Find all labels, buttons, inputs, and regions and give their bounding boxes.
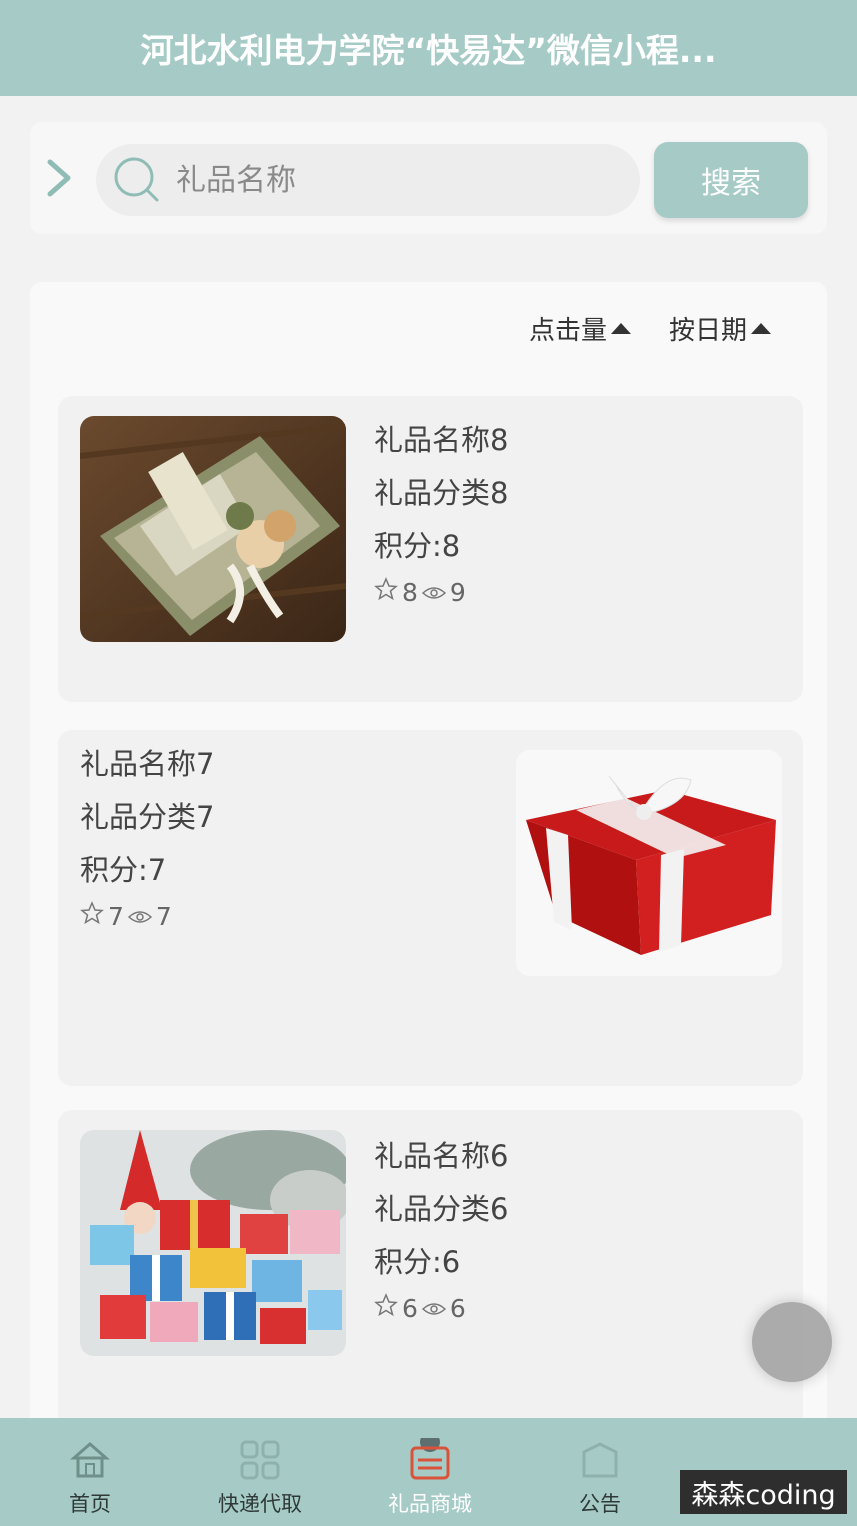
chevron-right-icon[interactable] bbox=[44, 158, 74, 198]
like-count: 8 bbox=[402, 578, 418, 607]
gift-points: 积分:8 bbox=[374, 529, 461, 563]
view-count: 9 bbox=[449, 578, 466, 607]
star-icon bbox=[80, 897, 104, 937]
like-count: 6 bbox=[402, 1294, 418, 1323]
star-icon bbox=[374, 1289, 398, 1329]
search-field[interactable] bbox=[96, 144, 640, 216]
gift-box-flowers-photo bbox=[80, 416, 346, 642]
gift-card[interactable]: 礼品名称6 礼品分类6 积分:6 6 6 bbox=[58, 1110, 803, 1470]
view-count: 7 bbox=[155, 902, 172, 931]
shop-icon bbox=[408, 1432, 452, 1482]
eye-icon bbox=[421, 573, 447, 613]
gift-card[interactable]: 礼品名称7 礼品分类7 积分:7 7 7 bbox=[58, 730, 803, 1086]
search-bar: 搜索 bbox=[30, 122, 827, 234]
tab-label: 首页 bbox=[69, 1492, 111, 1516]
gift-info: 礼品名称7 礼品分类7 积分:7 7 7 bbox=[80, 738, 214, 937]
gift-points: 积分:7 bbox=[80, 853, 167, 887]
tab-express-pickup[interactable]: 快递代取 bbox=[190, 1418, 330, 1526]
gift-category: 礼品分类8 bbox=[374, 476, 509, 510]
gift-category: 礼品分类6 bbox=[374, 1192, 509, 1226]
gift-card[interactable]: 礼品名称8 礼品分类8 积分:8 8 9 bbox=[58, 396, 803, 702]
gift-info: 礼品名称6 礼品分类6 积分:6 6 6 bbox=[374, 1130, 508, 1329]
title-bar: 河北水利电力学院“快易达”微信小程... bbox=[0, 0, 857, 96]
sort-asc-icon bbox=[751, 323, 771, 334]
gift-points: 积分:6 bbox=[374, 1245, 461, 1279]
gift-list-panel: 点击量 按日期 礼品名称8 礼品分类8 积分:8 8 9 礼品名称7 礼品分类7… bbox=[30, 282, 827, 1526]
tab-gift-shop[interactable]: 礼品商城 bbox=[360, 1418, 500, 1526]
watermark: 森森coding bbox=[680, 1470, 847, 1514]
search-icon bbox=[112, 155, 162, 205]
eye-icon bbox=[421, 1289, 447, 1329]
christmas-gifts-photo bbox=[80, 1130, 346, 1356]
star-icon bbox=[374, 573, 398, 613]
tab-label: 公告 bbox=[579, 1492, 621, 1516]
gift-name: 礼品名称7 bbox=[80, 747, 215, 781]
like-count: 7 bbox=[108, 902, 124, 931]
home-icon bbox=[68, 1438, 112, 1482]
floating-back-to-top-button[interactable] bbox=[752, 1302, 832, 1382]
tab-notice[interactable]: 公告 bbox=[530, 1418, 670, 1526]
gift-stats: 7 7 bbox=[80, 897, 214, 937]
search-input[interactable] bbox=[176, 162, 596, 198]
eye-icon bbox=[127, 897, 153, 937]
gift-category: 礼品分类7 bbox=[80, 800, 215, 834]
search-button[interactable]: 搜索 bbox=[654, 142, 808, 218]
view-count: 6 bbox=[449, 1294, 466, 1323]
sort-asc-icon bbox=[610, 323, 631, 334]
gift-stats: 8 9 bbox=[374, 573, 508, 613]
sort-by-date[interactable]: 按日期 bbox=[669, 310, 771, 347]
sort-options: 点击量 按日期 bbox=[529, 310, 771, 347]
gift-info: 礼品名称8 礼品分类8 积分:8 8 9 bbox=[374, 414, 508, 613]
tab-home[interactable]: 首页 bbox=[20, 1418, 160, 1526]
gift-name: 礼品名称6 bbox=[374, 1139, 509, 1173]
notice-icon bbox=[578, 1438, 622, 1482]
tab-label: 礼品商城 bbox=[388, 1492, 472, 1516]
page-title: 河北水利电力学院“快易达”微信小程... bbox=[140, 31, 717, 70]
gift-name: 礼品名称8 bbox=[374, 423, 509, 457]
red-gift-box-photo bbox=[516, 750, 782, 976]
sort-by-clicks-label: 点击量 bbox=[528, 316, 607, 346]
tab-label: 快递代取 bbox=[218, 1492, 302, 1516]
gift-stats: 6 6 bbox=[374, 1289, 508, 1329]
sort-by-clicks[interactable]: 点击量 bbox=[529, 310, 631, 347]
grid-icon bbox=[238, 1438, 282, 1482]
sort-by-date-label: 按日期 bbox=[668, 316, 747, 346]
